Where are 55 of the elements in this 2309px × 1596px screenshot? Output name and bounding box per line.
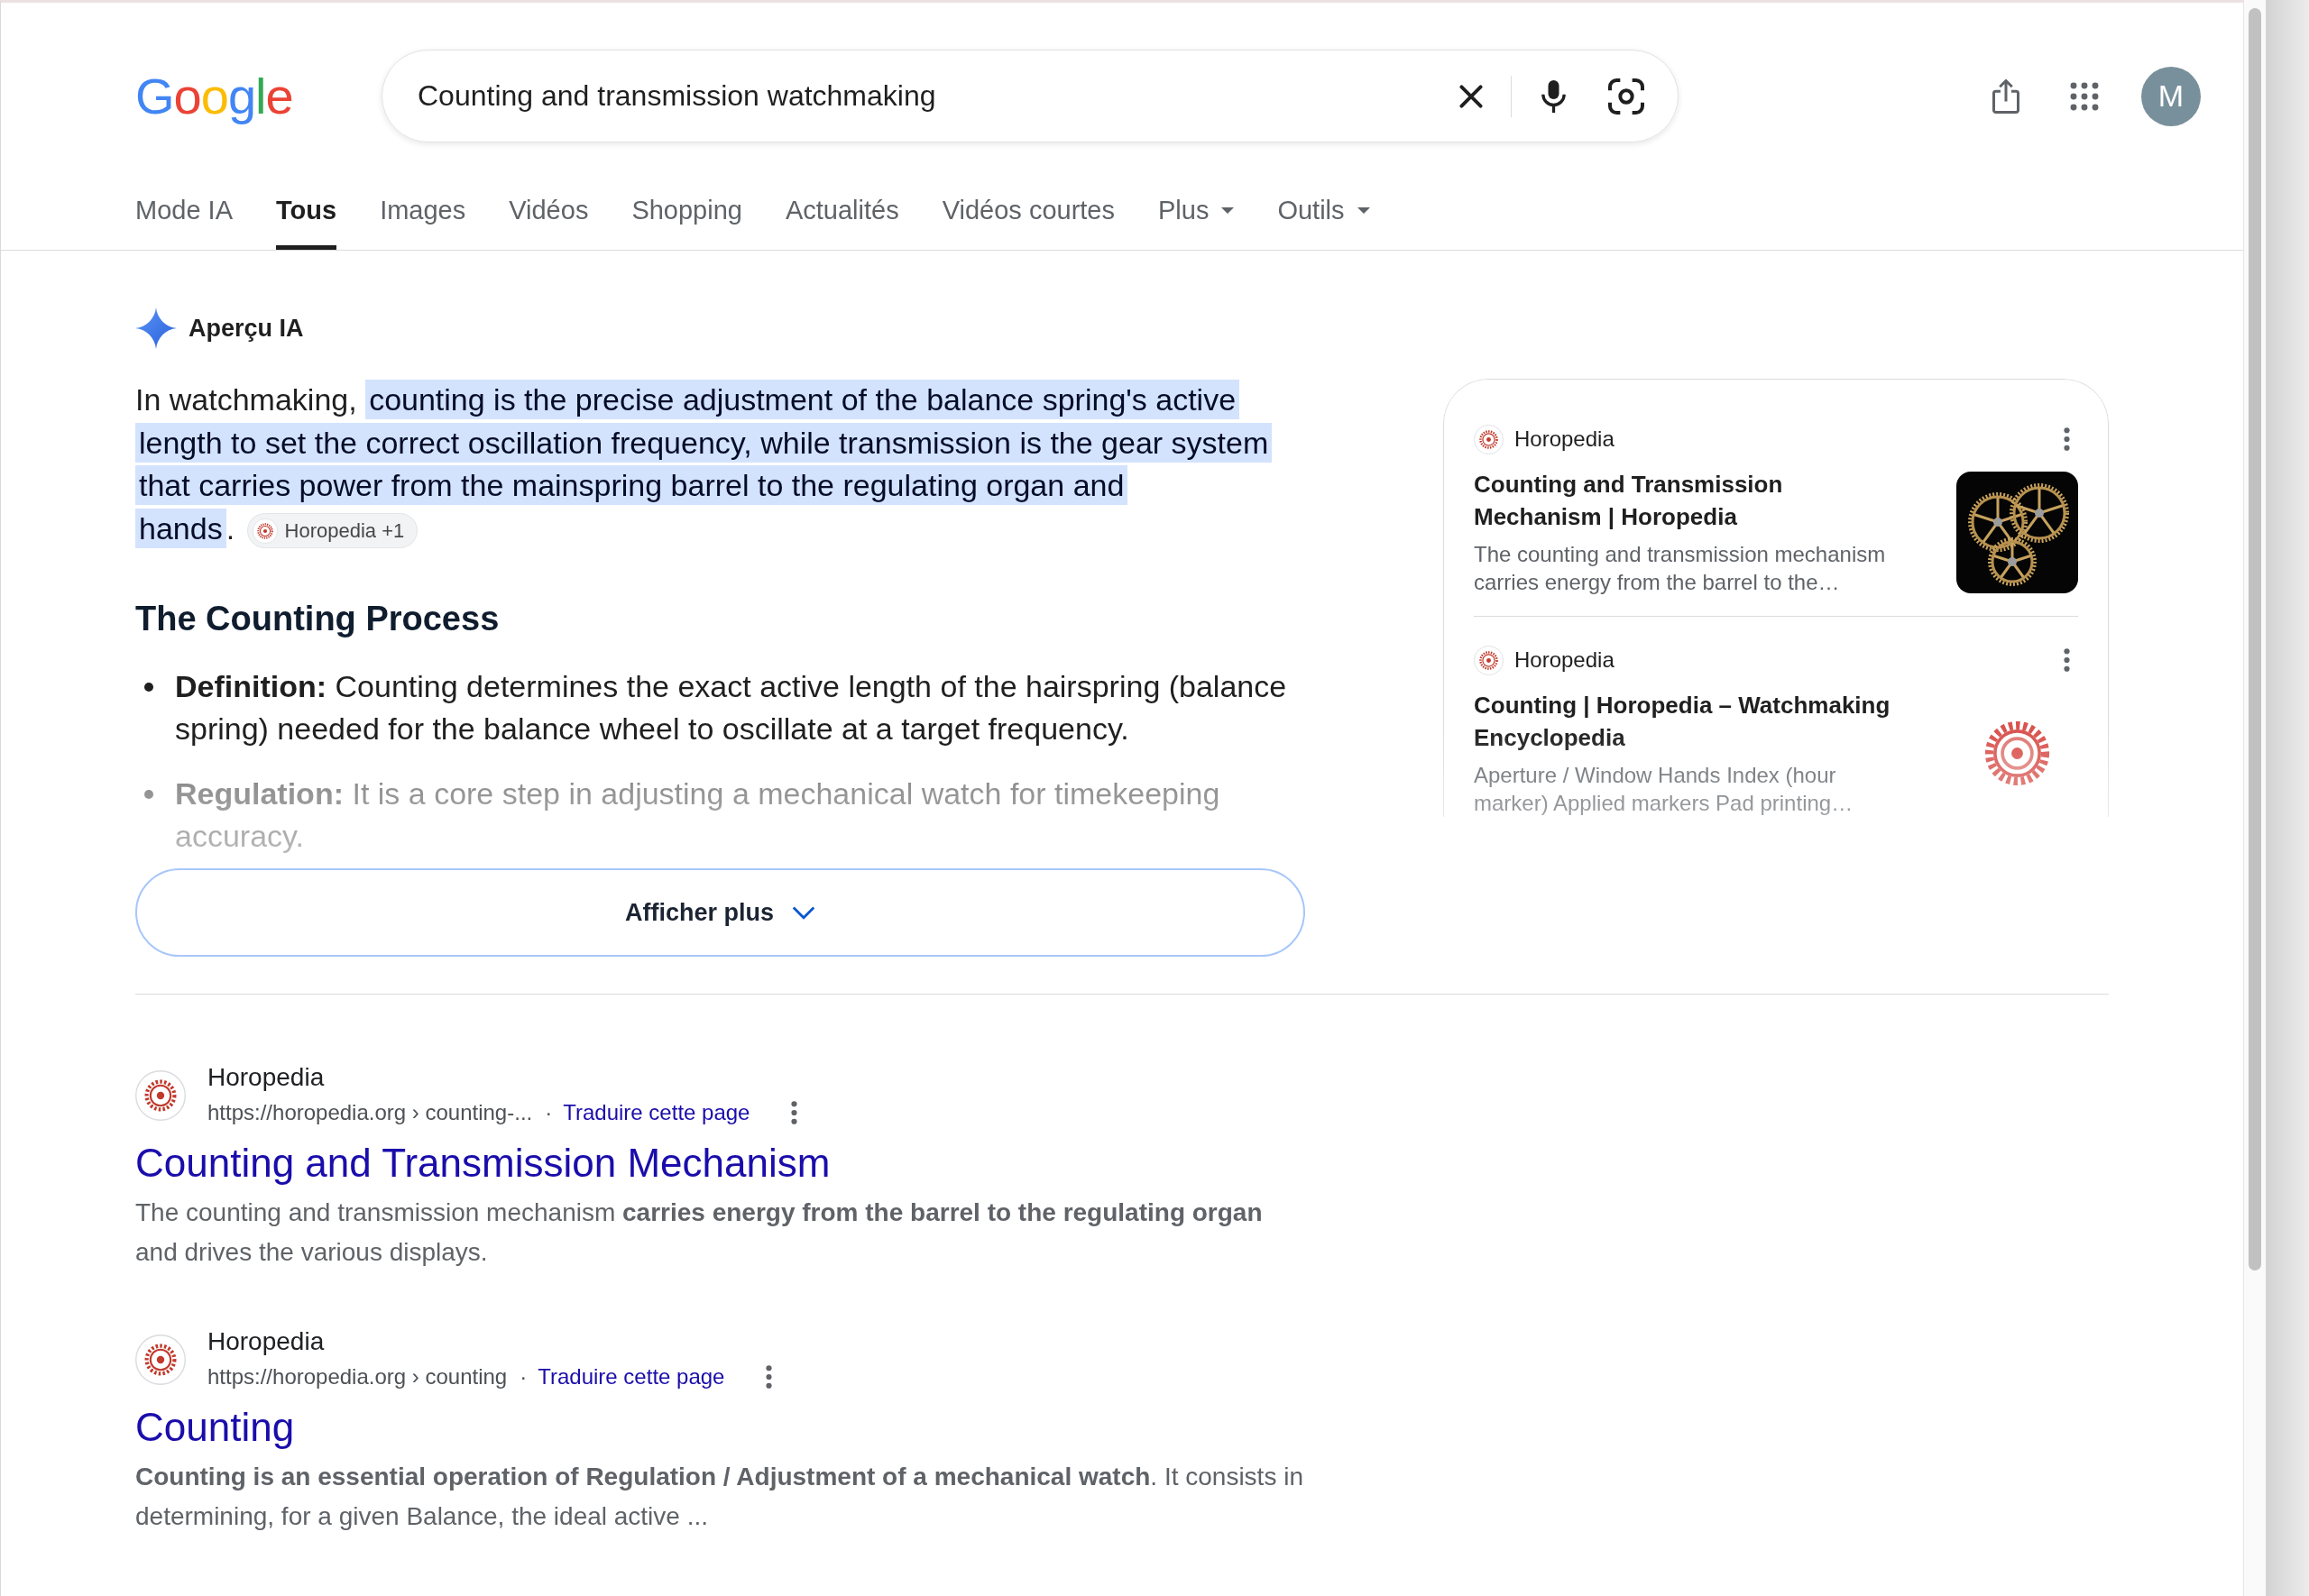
overview-title: Aperçu IA [189, 314, 304, 343]
source-title[interactable]: Counting | Horopedia – Watchmaking Encyclopedia [1474, 689, 1907, 754]
gear-logo-icon [135, 1334, 186, 1385]
vertical-dots-icon[interactable] [2064, 427, 2070, 451]
gear-logo-icon [1474, 424, 1504, 454]
close-icon[interactable] [1459, 84, 1483, 108]
tab[interactable]: Outils [1277, 189, 1370, 250]
section-heading: The Counting Process [135, 599, 501, 638]
source-title[interactable]: Counting and Transmission Mechanism | Horopedia [1474, 468, 1907, 533]
camera-icon[interactable] [1608, 78, 1644, 115]
source-site-name: Horopedia [1514, 647, 1614, 673]
caret-icon [1357, 207, 1370, 214]
result-title[interactable]: Counting [135, 1404, 1308, 1451]
chevron-down-icon [792, 905, 815, 920]
translate-link[interactable]: Traduire cette page [538, 1363, 725, 1390]
source-snippet: The counting and transmission mechanism carries energy from the barrel to the… [1474, 541, 1887, 596]
result-url: https://horopedia.org › counting-... [207, 1099, 533, 1125]
vertical-dots-icon[interactable] [791, 1100, 798, 1124]
translate-link[interactable]: Traduire cette page [563, 1099, 750, 1125]
tab[interactable]: Plus [1158, 189, 1235, 250]
vertical-dots-icon[interactable] [2064, 648, 2070, 672]
caret-icon [1221, 207, 1235, 214]
tab[interactable]: Actualités [785, 189, 899, 250]
microphone-icon[interactable] [1541, 79, 1566, 113]
tab[interactable]: Shopping [631, 189, 742, 250]
scrollbar[interactable] [2243, 0, 2267, 1596]
sparkle-icon [135, 307, 177, 349]
tab[interactable]: Mode IA [135, 189, 233, 250]
site-name: Horopedia [207, 1062, 326, 1093]
scrollbar-thumb[interactable] [2249, 8, 2261, 1270]
site-name: Horopedia [207, 1326, 326, 1357]
source-chip[interactable]: Horopedia +1 [246, 513, 419, 548]
tab[interactable]: Images [380, 189, 466, 250]
gear-logo-icon [135, 1069, 186, 1121]
bullet-text: Regulation: It is a core step in adjusting a mechanical watch for timekeeping accuracy. [175, 775, 1221, 855]
show-more-button[interactable]: Afficher plus [135, 868, 1305, 957]
gear-logo-icon [252, 518, 278, 544]
tab[interactable]: Tous [276, 189, 337, 250]
result-snippet: The counting and transmission mechanism carries energy from the barrel to the regulating organ and drives the various displays. [135, 1197, 1264, 1268]
gear-logo-icon [1474, 645, 1504, 675]
share-icon[interactable] [1992, 78, 2019, 114]
source-snippet: Aperture / Window Hands Index (hour marker) Applied markers Pad printing… [1474, 762, 1854, 817]
separator: · [545, 1099, 553, 1125]
vertical-dots-icon[interactable] [766, 1364, 773, 1389]
result-url: https://horopedia.org › counting [207, 1363, 508, 1390]
apps-grid-icon[interactable] [2070, 81, 2099, 111]
bullet-icon [144, 790, 153, 799]
result-title[interactable]: Counting and Transmission Mechanism [135, 1140, 1308, 1187]
separator: · [520, 1363, 528, 1390]
bullet-icon [144, 683, 153, 692]
result-snippet: Counting is an essential operation of Regulation / Adjustment of a mechanical watch. It consists in determining, for a given Balance, the ideal active ... [135, 1462, 1304, 1532]
tab[interactable]: Vidéos [509, 189, 589, 250]
source-site-name: Horopedia [1514, 427, 1614, 452]
tab[interactable]: Vidéos courtes [942, 189, 1115, 250]
bullet-text: Definition: Counting determines the exact active length of the hairspring (balance spring) needed for the balance wheel to oscillate at a target frequency. [175, 668, 1288, 748]
